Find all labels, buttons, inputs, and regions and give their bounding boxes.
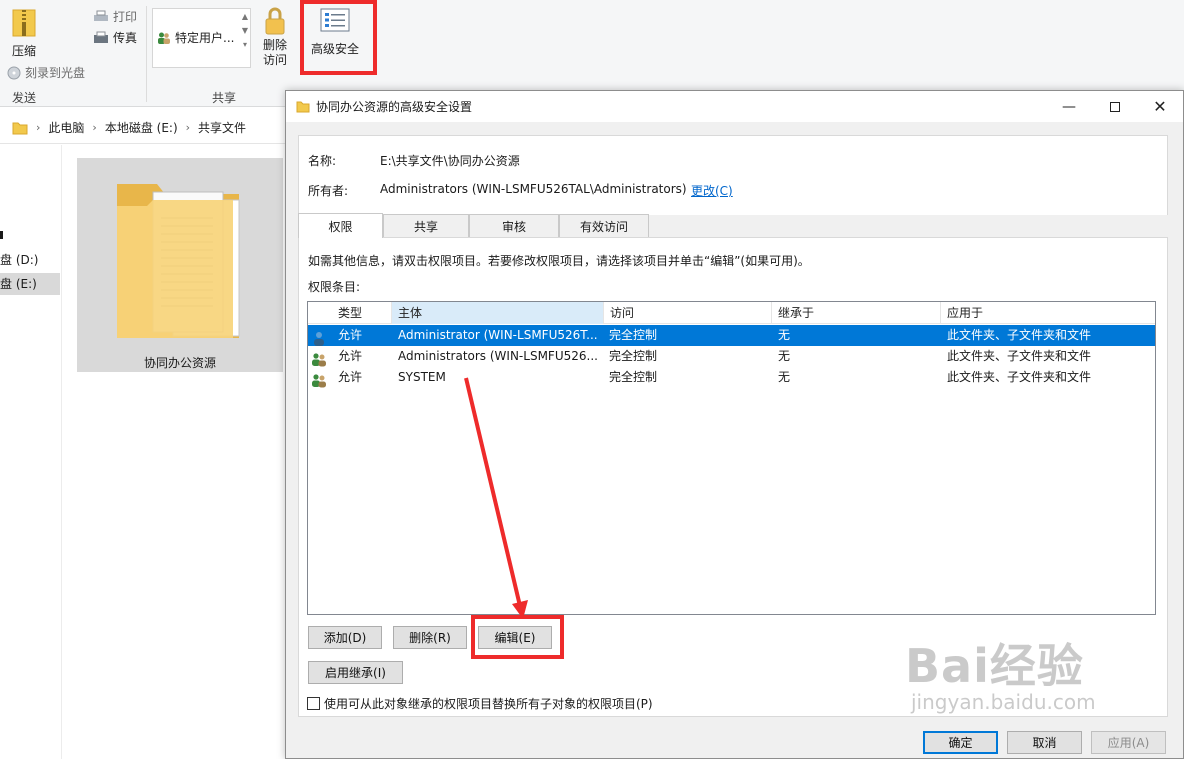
tab-permissions[interactable]: 权限 — [298, 213, 383, 238]
watermark: Bai经验 jingyan.baidu.com — [905, 630, 1175, 740]
tab-permissions-label: 权限 — [328, 219, 353, 234]
watermark-brand: Bai经验 — [905, 639, 1084, 693]
watermark-url: jingyan.baidu.com — [911, 690, 1096, 714]
